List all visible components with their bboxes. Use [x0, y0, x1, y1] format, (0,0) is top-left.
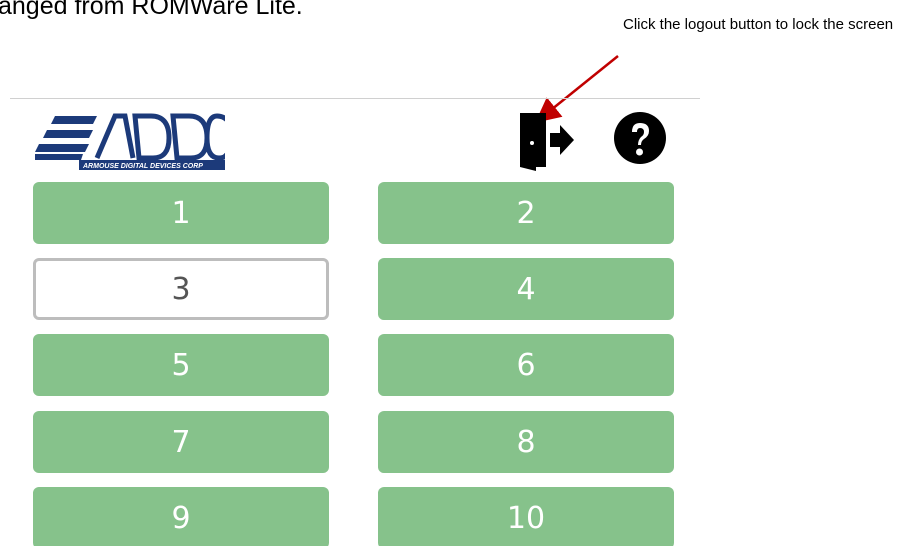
question-circle-icon [614, 112, 666, 164]
app-screen: ARMOUSE DIGITAL DEVICES CORP 1 2 3 4 5 6 7 8 9 10 [10, 98, 700, 546]
logout-door-icon [520, 113, 574, 171]
logout-button[interactable] [514, 109, 576, 171]
number-button-3[interactable]: 3 [33, 258, 329, 320]
number-button-9[interactable]: 9 [33, 487, 329, 546]
number-button-4[interactable]: 4 [378, 258, 674, 320]
number-button-2[interactable]: 2 [378, 182, 674, 244]
document-text: anged from ROMWare Lite. [0, 0, 303, 20]
callout-text: Click the logout button to lock the scre… [623, 16, 894, 33]
number-button-7[interactable]: 7 [33, 411, 329, 473]
addc-logo: ARMOUSE DIGITAL DEVICES CORP [35, 110, 230, 170]
number-button-10[interactable]: 10 [378, 487, 674, 546]
number-button-5[interactable]: 5 [33, 334, 329, 396]
number-button-8[interactable]: 8 [378, 411, 674, 473]
help-button[interactable] [613, 111, 667, 165]
logo-subtitle: ARMOUSE DIGITAL DEVICES CORP [82, 163, 203, 170]
number-button-1[interactable]: 1 [33, 182, 329, 244]
number-button-6[interactable]: 6 [378, 334, 674, 396]
